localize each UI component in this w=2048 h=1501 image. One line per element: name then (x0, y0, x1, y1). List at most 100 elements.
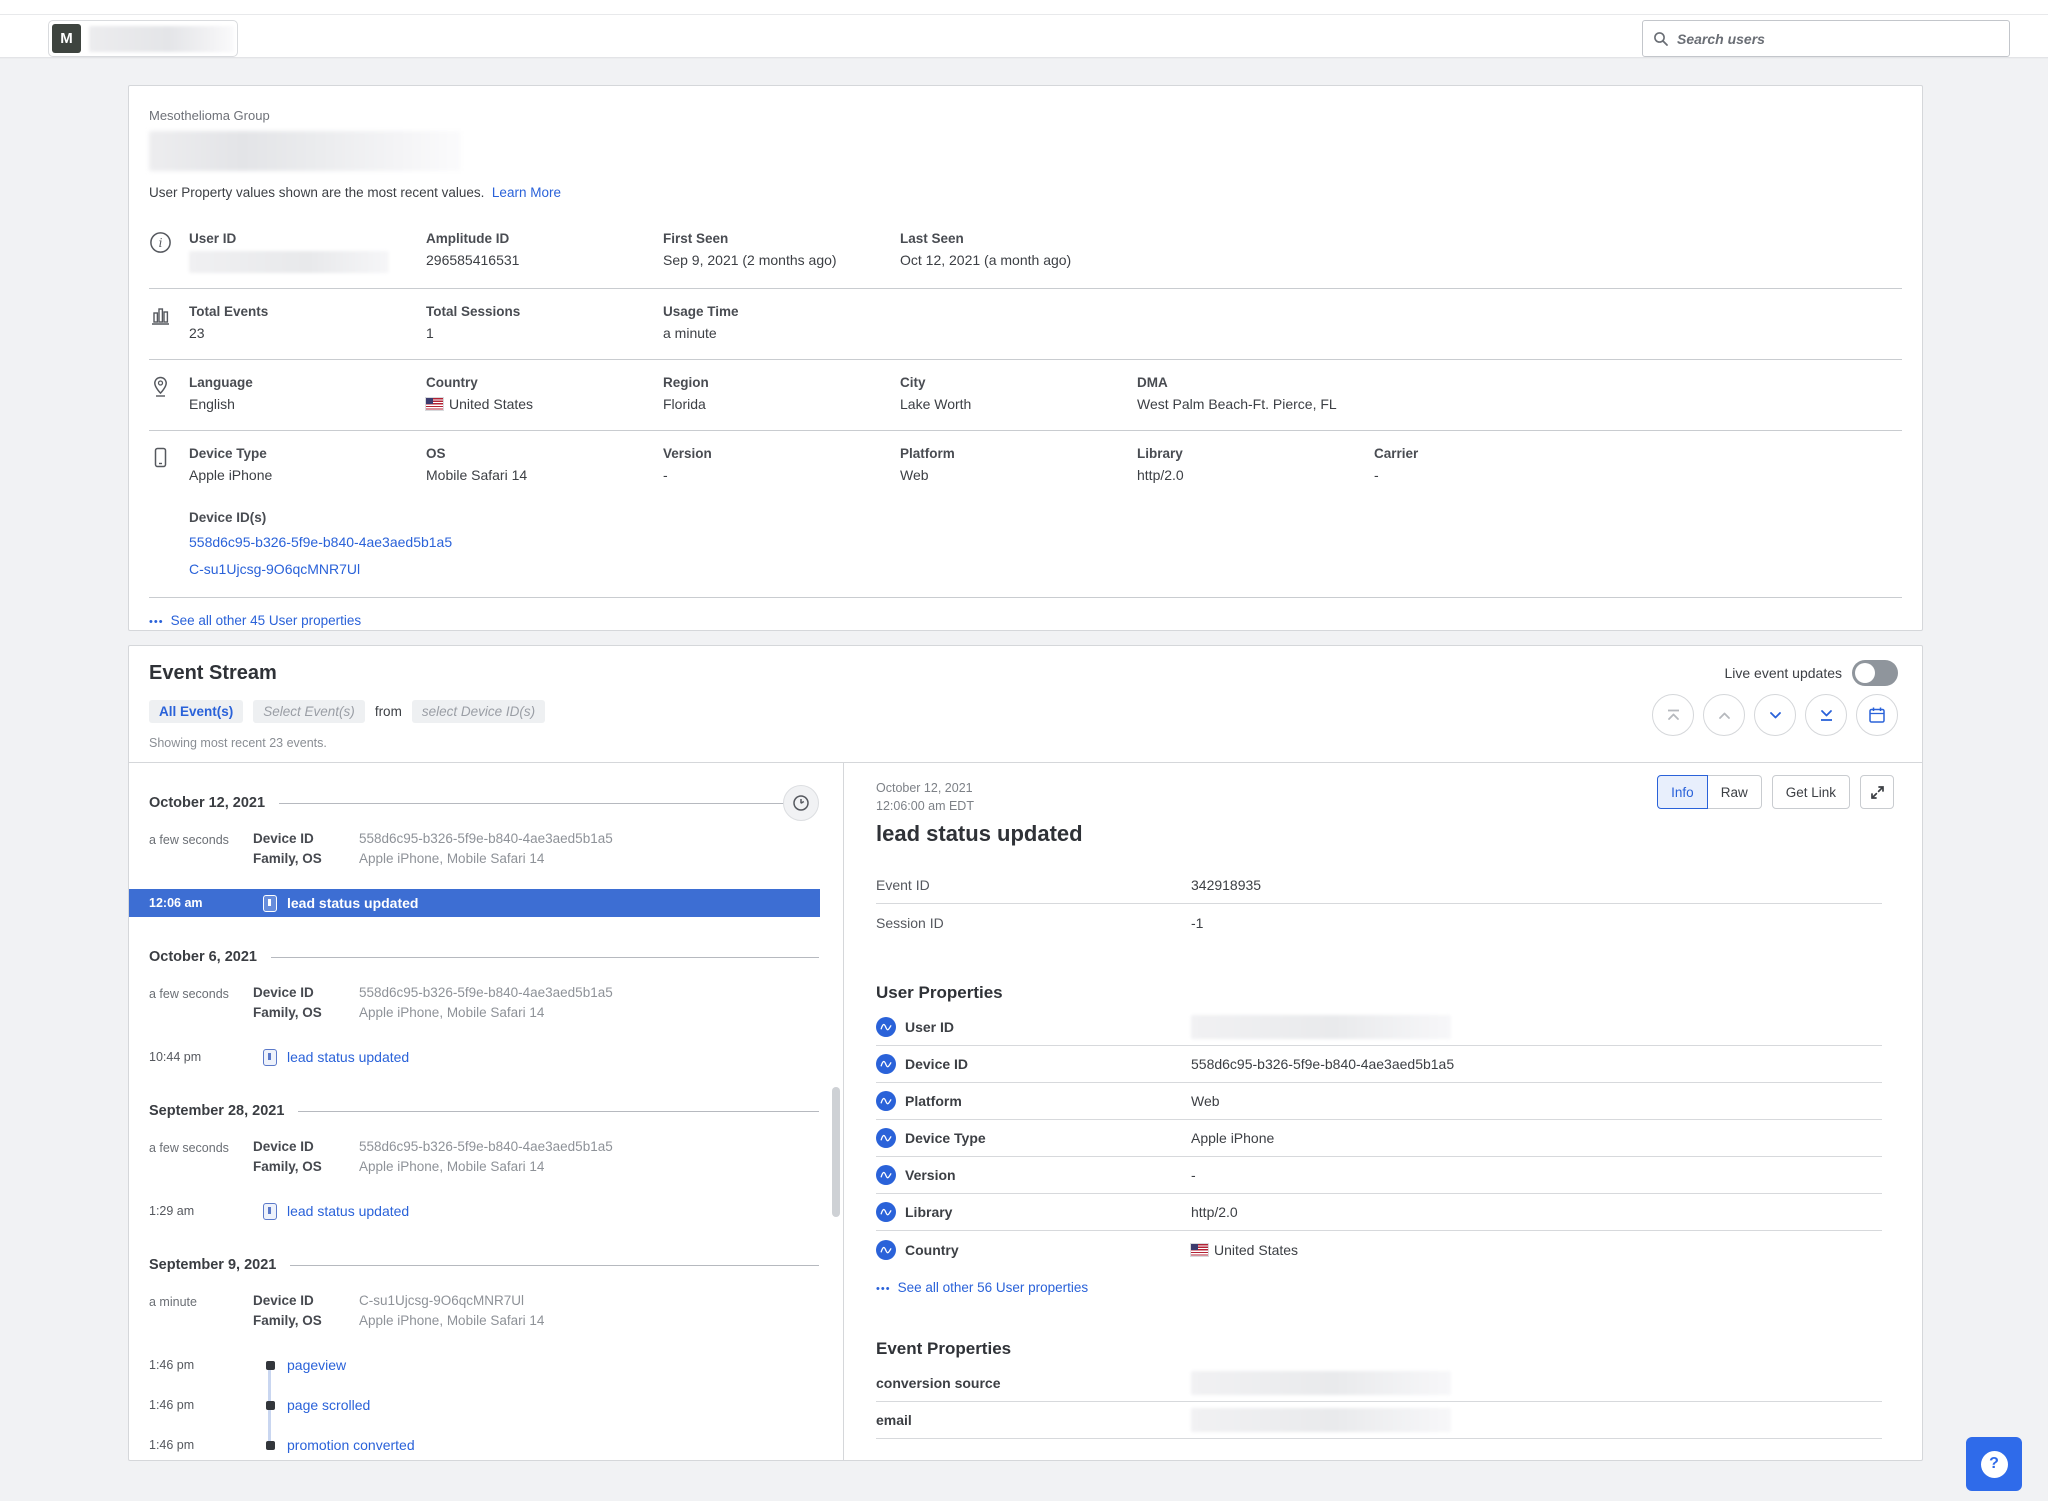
event-row[interactable]: 10:44 pm lead status updated (129, 1043, 820, 1071)
device-ids-label: Device ID(s) (189, 507, 452, 529)
properties-note: User Property values shown are the most … (149, 185, 1902, 200)
org-switcher[interactable]: M (48, 20, 238, 57)
user-properties-card: Mesothelioma Group User Property values … (128, 85, 1923, 631)
event-properties-title: Event Properties (876, 1339, 1882, 1359)
filter-select-events[interactable]: Select Event(s) (253, 700, 365, 723)
custom-event-icon (253, 895, 287, 912)
event-row[interactable]: 1:46 pm promotion converted (129, 1431, 820, 1459)
field-value: 296585416531 (426, 249, 663, 271)
session-summary: a few seconds Device IDFamily, OS 558d6c… (129, 1137, 843, 1177)
event-row-selected[interactable]: 12:06 am lead status updated (129, 889, 820, 917)
next-event-button[interactable] (1754, 694, 1796, 736)
field-label: Amplitude ID (426, 229, 663, 249)
event-property-row: conversion source (876, 1365, 1882, 1402)
field-value: a minute (663, 322, 900, 344)
meta-row: Session ID -1 (876, 904, 1882, 941)
day-header: September 9, 2021 (129, 1251, 843, 1279)
learn-more-link[interactable]: Learn More (492, 185, 561, 200)
field-value: English (189, 393, 426, 415)
session-summary: a few seconds Device IDFamily, OS 558d6c… (129, 829, 843, 869)
field-label: Last Seen (900, 229, 1374, 249)
event-stream-title: Event Stream (149, 662, 277, 685)
usage-row: Total Events 23 Total Sessions 1 Usage T… (149, 289, 1902, 360)
live-updates-label: Live event updates (1724, 665, 1842, 681)
event-row[interactable]: 1:29 am lead status updated (129, 1197, 820, 1225)
user-id-redacted (1191, 1015, 1451, 1039)
user-property-row: Device Type Apple iPhone (876, 1120, 1882, 1157)
meta-row: Event ID 342918935 (876, 867, 1882, 904)
location-pin-icon (149, 373, 189, 415)
device-id-link[interactable]: C-su1Ujcsg-9O6qcMNR7Ul (189, 561, 360, 577)
field-label: First Seen (663, 229, 900, 249)
see-all-user-properties: •••See all other 45 User properties (149, 598, 1902, 644)
filter-from-label: from (375, 704, 402, 719)
field-label: Library (1137, 444, 1374, 464)
calendar-button[interactable] (1856, 694, 1898, 736)
bar-chart-icon (149, 302, 189, 344)
field-label: Region (663, 373, 900, 393)
info-icon: i (149, 229, 189, 273)
time-travel-clock-button[interactable] (783, 785, 819, 821)
field-label: Country (426, 373, 663, 393)
field-value: 1 (426, 322, 663, 344)
field-label: Usage Time (663, 302, 900, 322)
event-timeline-pane: October 12, 2021 a few seconds Device ID… (129, 763, 844, 1460)
get-link-button[interactable]: Get Link (1772, 775, 1850, 809)
device-row: Device Type Apple iPhone OS Mobile Safar… (149, 431, 1902, 501)
event-dot-icon (253, 1401, 287, 1410)
field-label: Device Type (189, 444, 426, 464)
info-raw-segmented-control: Info Raw (1657, 775, 1762, 809)
session-summary: a few seconds Device IDFamily, OS 558d6c… (129, 983, 843, 1023)
field-label: DMA (1137, 373, 1611, 393)
field-label: Total Events (189, 302, 426, 322)
user-property-row: Library http/2.0 (876, 1194, 1882, 1231)
expand-button[interactable] (1860, 775, 1894, 809)
timeline-scrollbar[interactable] (832, 1087, 840, 1217)
user-properties-title: User Properties (876, 983, 1882, 1003)
field-label: Platform (900, 444, 1137, 464)
field-label: Total Sessions (426, 302, 663, 322)
search-users-input[interactable] (1677, 31, 1999, 47)
us-flag-icon (426, 398, 443, 410)
event-row[interactable]: 1:46 pm pageview (129, 1351, 820, 1379)
tab-raw[interactable]: Raw (1708, 775, 1762, 809)
field-label: Version (663, 444, 900, 464)
amplitude-property-icon (876, 1128, 896, 1148)
identity-row: i User ID Amplitude ID 296585416531 Firs… (149, 216, 1902, 289)
jump-to-top-button[interactable] (1652, 694, 1694, 736)
device-id-link[interactable]: 558d6c95-b326-5f9e-b840-4ae3aed5b1a5 (189, 534, 452, 550)
question-mark-icon: ? (1981, 1451, 2008, 1478)
field-value: Apple iPhone (189, 464, 426, 486)
event-stream-card: Event Stream All Event(s) Select Event(s… (128, 645, 1923, 1461)
field-label: Language (189, 373, 426, 393)
svg-text:i: i (159, 236, 163, 250)
event-row[interactable]: 1:46 pm page scrolled (129, 1391, 820, 1419)
tab-info[interactable]: Info (1657, 775, 1708, 809)
amplitude-property-icon (876, 1240, 896, 1260)
amplitude-property-icon (876, 1202, 896, 1222)
help-button[interactable]: ? (1966, 1437, 2022, 1491)
mobile-phone-icon (149, 444, 189, 486)
org-name-redacted (89, 26, 234, 52)
event-detail-pane: October 12, 2021 12:06:00 am EDT Info Ra… (844, 763, 1922, 1460)
custom-event-icon (253, 1203, 287, 1220)
filter-select-device-ids[interactable]: select Device ID(s) (412, 700, 545, 723)
user-property-row: Device ID 558d6c95-b326-5f9e-b840-4ae3ae… (876, 1046, 1882, 1083)
field-label: City (900, 373, 1137, 393)
user-property-row: User ID (876, 1009, 1882, 1046)
more-dots-icon: ••• (149, 616, 164, 628)
filter-all-events[interactable]: All Event(s) (149, 700, 243, 723)
field-value: Mobile Safari 14 (426, 464, 663, 486)
live-updates-toggle[interactable] (1852, 660, 1898, 686)
field-value: Sep 9, 2021 (2 months ago) (663, 249, 900, 271)
session-summary: a minute Device IDFamily, OS C-su1Ujcsg-… (129, 1291, 843, 1331)
top-bar: M (0, 0, 2048, 58)
jump-to-bottom-button[interactable] (1805, 694, 1847, 736)
previous-event-button[interactable] (1703, 694, 1745, 736)
email-redacted (1191, 1408, 1451, 1432)
day-header: October 12, 2021 (129, 789, 843, 817)
field-value: West Palm Beach-Ft. Pierce, FL (1137, 393, 1611, 415)
event-title: lead status updated (876, 821, 1083, 847)
event-dot-icon (253, 1441, 287, 1450)
field-label: OS (426, 444, 663, 464)
